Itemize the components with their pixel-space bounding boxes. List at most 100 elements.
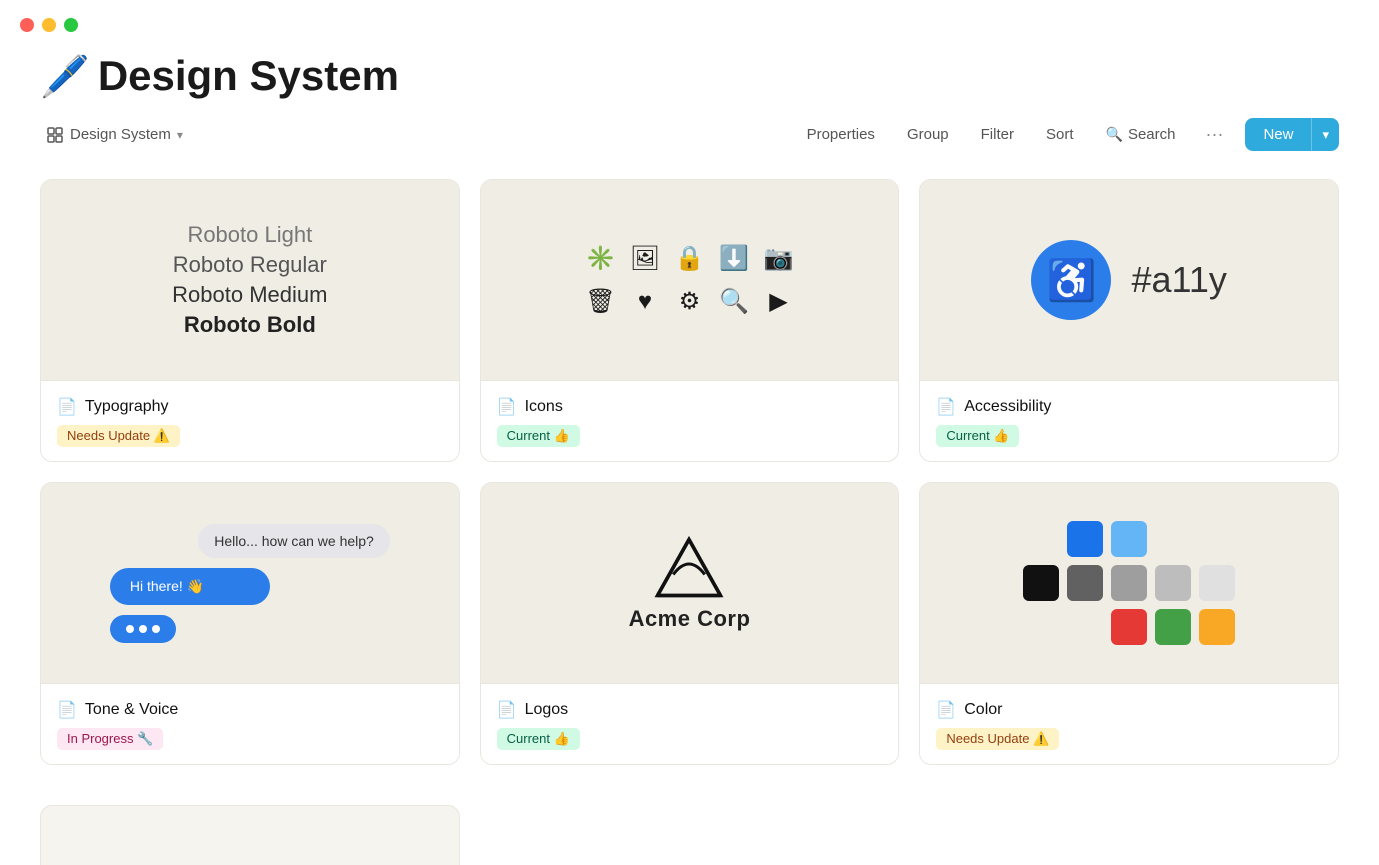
color-swatch-blue-light [1111,521,1147,557]
sort-button[interactable]: Sort [1038,121,1082,148]
card-title-logos: Logos [525,701,569,719]
partial-card-1[interactable] [40,805,460,865]
heart-icon: ♥ [638,288,652,316]
card-info-color: 📄 Color Needs Update ⚠️ [920,683,1338,764]
status-badge-icons: Current 👍 [497,425,580,447]
toolbar-right: Properties Group Filter Sort 🔍 Search ··… [799,118,1339,151]
more-options-button[interactable]: ··· [1199,120,1229,149]
card-title-row-icons: 📄 Icons [497,397,883,417]
card-preview-color [920,483,1338,683]
card-title-tone: Tone & Voice [85,701,178,719]
accessibility-person-icon: ♿ [1047,257,1097,304]
close-button[interactable] [20,18,34,32]
typography-preview: Roboto Light Roboto Regular Roboto Mediu… [172,222,327,338]
card-title-text: Typography [85,398,169,416]
search-button[interactable]: 🔍 Search [1098,121,1184,148]
toolbar-left: Design System ▾ [40,122,189,148]
color-swatch-gray-light [1155,565,1191,601]
gear-icon: ⚙ [679,287,701,316]
status-badge-tone: In Progress 🔧 [57,728,163,750]
doc-icon-a11y: 📄 [936,397,956,417]
play-icon: ▶ [769,287,787,316]
card-color[interactable]: 📄 Color Needs Update ⚠️ [919,482,1339,765]
search-icon: 🔍 [719,287,749,316]
card-info-accessibility: 📄 Accessibility Current 👍 [920,380,1338,461]
traffic-lights [0,0,1379,42]
page-title: 🖊️ Design System [40,52,1339,100]
card-typography[interactable]: Roboto Light Roboto Regular Roboto Mediu… [40,179,460,462]
new-button-dropdown[interactable]: ▾ [1311,118,1339,151]
card-info-tone: 📄 Tone & Voice In Progress 🔧 [41,683,459,764]
db-name-label: Design System [70,126,171,143]
color-swatch-gray-xlight [1199,565,1235,601]
properties-button[interactable]: Properties [799,121,883,148]
minimize-button[interactable] [42,18,56,32]
color-swatch-black [1023,565,1059,601]
card-title-row-logos: 📄 Logos [497,700,883,720]
a11y-hash-text: #a11y [1131,259,1226,301]
maximize-button[interactable] [64,18,78,32]
page-header: 🖊️ Design System [0,42,1379,100]
card-tone-voice[interactable]: Hello... how can we help? Hi there! 👋 📄 … [40,482,460,765]
card-title-row-accessibility: 📄 Accessibility [936,397,1322,417]
grid-icon [46,126,64,144]
card-info-icons: 📄 Icons Current 👍 [481,380,899,461]
a11y-preview: ♿ #a11y [1031,240,1226,320]
trash-icon: 🗑 [585,287,615,316]
status-badge-typography: Needs Update ⚠️ [57,425,180,447]
a11y-circle: ♿ [1031,240,1111,320]
color-swatch-gray-dark [1067,565,1103,601]
doc-icon-logos: 📄 [497,700,517,720]
color-swatch-blue-dark [1067,521,1103,557]
card-title-color: Color [964,701,1002,719]
typo-bold: Roboto Bold [184,312,316,338]
new-label: New [1263,126,1293,143]
color-swatch-red [1111,609,1147,645]
image-icon: 🖼 [630,244,660,273]
acme-triangle-icon [654,535,724,600]
download-icon: ⬇️ [719,244,749,273]
sort-label: Sort [1046,126,1074,143]
camera-icon: 📷 [763,244,793,273]
card-accessibility[interactable]: ♿ #a11y 📄 Accessibility Current 👍 [919,179,1339,462]
card-info-logos: 📄 Logos Current 👍 [481,683,899,764]
new-button[interactable]: New [1245,118,1311,151]
chat-typing-indicator [110,615,176,643]
tone-preview: Hello... how can we help? Hi there! 👋 [110,524,390,643]
typo-medium: Roboto Medium [172,282,327,308]
doc-icon-icons: 📄 [497,397,517,417]
partial-row [0,805,1379,865]
typing-dot-3 [152,625,160,633]
chevron-down-icon: ▾ [177,128,183,142]
card-title-icons: Icons [525,398,563,416]
group-button[interactable]: Group [899,121,957,148]
color-swatch-green [1155,609,1191,645]
new-button-group: New ▾ [1245,118,1339,151]
acme-logo: Acme Corp [629,535,751,632]
chat-bubble-blue: Hi there! 👋 [110,568,270,605]
card-icons[interactable]: ✳️ 🖼 🔒 ⬇️ 📷 🗑 ♥ ⚙ 🔍 ▶ 📄 Icons Current 👍 [480,179,900,462]
card-preview-icons: ✳️ 🖼 🔒 ⬇️ 📷 🗑 ♥ ⚙ 🔍 ▶ [481,180,899,380]
acme-company-name: Acme Corp [629,606,751,632]
color-swatch-gray-mid [1111,565,1147,601]
group-label: Group [907,126,949,143]
color-swatch-yellow [1199,609,1235,645]
card-preview-tone: Hello... how can we help? Hi there! 👋 [41,483,459,683]
filter-button[interactable]: Filter [973,121,1022,148]
lock-icon: 🔒 [675,244,705,273]
logos-preview: Acme Corp [629,535,751,632]
card-logos[interactable]: Acme Corp 📄 Logos Current 👍 [480,482,900,765]
sun-icon: ✳️ [586,244,616,273]
database-name-selector[interactable]: Design System ▾ [40,122,189,148]
card-preview-accessibility: ♿ #a11y [920,180,1338,380]
icons-preview: ✳️ 🖼 🔒 ⬇️ 📷 🗑 ♥ ⚙ 🔍 ▶ [585,244,793,316]
title-emoji: 🖊️ [40,53,90,100]
dropdown-arrow-icon: ▾ [1322,127,1329,142]
card-preview-logos: Acme Corp [481,483,899,683]
card-title-row-tone: 📄 Tone & Voice [57,700,443,720]
doc-icon-tone: 📄 [57,700,77,720]
search-label: Search [1128,126,1176,143]
card-title-accessibility: Accessibility [964,398,1051,416]
card-info-typography: 📄 Typography Needs Update ⚠️ [41,380,459,461]
card-grid: Roboto Light Roboto Regular Roboto Mediu… [0,179,1379,805]
